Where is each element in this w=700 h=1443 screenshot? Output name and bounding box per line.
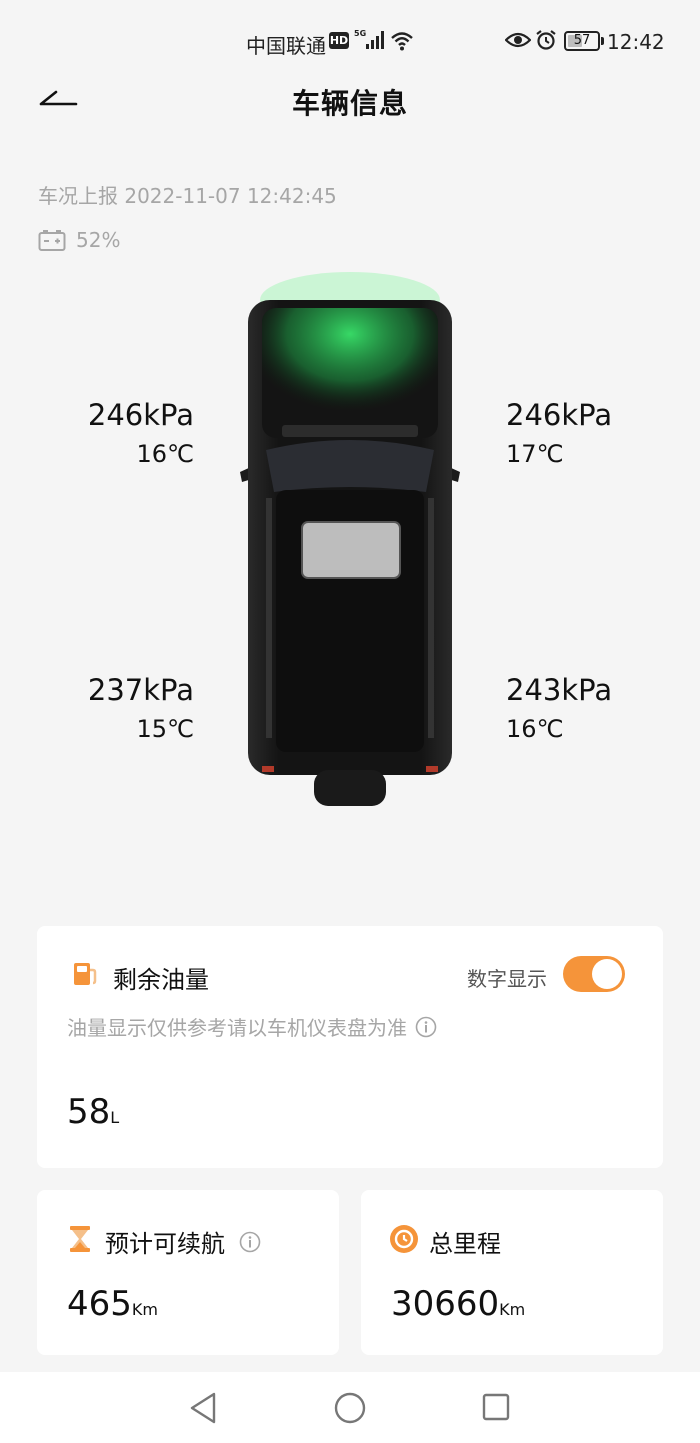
range-card: 预计可续航 465Km: [37, 1190, 339, 1355]
mileage-value: 30660Km: [391, 1284, 525, 1324]
tire-rear-left: 237kPa 15℃: [38, 673, 194, 743]
report-timestamp: 车况上报 2022-11-07 12:42:45: [38, 184, 337, 208]
hourglass-icon: [70, 1226, 90, 1252]
car-battery-icon: [38, 230, 66, 251]
mileage-card: 总里程 30660Km: [361, 1190, 663, 1355]
mileage-title-text: 总里程: [429, 1230, 501, 1258]
status-bar: 中国联通 HD 5G 57 12:42: [0, 0, 700, 80]
tire-pressure: 246kPa: [87, 398, 194, 432]
toggle-knob: [592, 959, 622, 989]
fuel-amount: 58: [67, 1092, 111, 1132]
carrier-name: 中国联通: [246, 34, 326, 58]
tire-pressure: 243kPa: [506, 673, 613, 707]
tire-front-left: 246kPa 16℃: [38, 398, 194, 468]
mileage-title: 总里程: [429, 1224, 501, 1259]
fuel-note: 油量显示仅供参考请以车机仪表盘为准: [67, 1012, 437, 1041]
tire-rear-right: 243kPa 16℃: [506, 673, 626, 743]
fuel-pump-icon: [74, 963, 97, 985]
battery-tip: [601, 37, 604, 45]
tire-pressure: 237kPa: [87, 673, 194, 707]
tire-temperature: 15℃: [136, 715, 195, 743]
odometer-icon: [390, 1225, 418, 1253]
tire-temperature: 16℃: [136, 440, 195, 468]
digital-display-label: 数字显示: [467, 967, 547, 991]
battery-percent: 52%: [76, 228, 121, 252]
digital-display-toggle[interactable]: [563, 956, 625, 992]
hd-badge: HD: [329, 32, 349, 49]
circle-home-icon[interactable]: [334, 1392, 366, 1424]
tire-temperature: 16℃: [506, 715, 564, 743]
eye-icon: [505, 32, 531, 48]
signal-icon: 5G: [354, 29, 384, 49]
system-nav-bar: [0, 1372, 700, 1443]
range-value: 465Km: [67, 1284, 158, 1324]
network-type-label: 5G: [354, 29, 366, 38]
vehicle-top-view: [240, 272, 460, 806]
triangle-back-icon[interactable]: [187, 1391, 219, 1425]
clock: 12:42: [607, 30, 665, 54]
wifi-icon: [391, 32, 413, 51]
battery-indicator: 57: [564, 31, 600, 51]
range-title-text: 预计可续航: [105, 1230, 225, 1258]
info-icon[interactable]: [239, 1231, 261, 1253]
tire-pressure: 246kPa: [506, 398, 613, 432]
tire-front-right: 246kPa 17℃: [506, 398, 626, 468]
battery-level: 57: [573, 33, 591, 48]
battery-status: 52%: [38, 226, 120, 254]
mileage-unit: Km: [499, 1300, 526, 1319]
square-recent-icon[interactable]: [482, 1393, 510, 1421]
info-icon[interactable]: [415, 1016, 437, 1038]
page-title: 车辆信息: [291, 87, 408, 120]
range-unit: Km: [131, 1300, 158, 1319]
alarm-icon: [536, 30, 556, 50]
fuel-value: 58L: [67, 1092, 119, 1132]
mileage-amount: 30660: [391, 1284, 500, 1324]
range-amount: 465: [67, 1284, 132, 1324]
range-title: 预计可续航: [105, 1224, 261, 1259]
tire-temperature: 17℃: [506, 440, 564, 468]
fuel-title: 剩余油量: [113, 966, 209, 994]
fuel-note-text: 油量显示仅供参考请以车机仪表盘为准: [67, 1016, 407, 1040]
fuel-unit: L: [110, 1108, 120, 1127]
fuel-card: 剩余油量 数字显示 油量显示仅供参考请以车机仪表盘为准 58L: [37, 926, 663, 1168]
